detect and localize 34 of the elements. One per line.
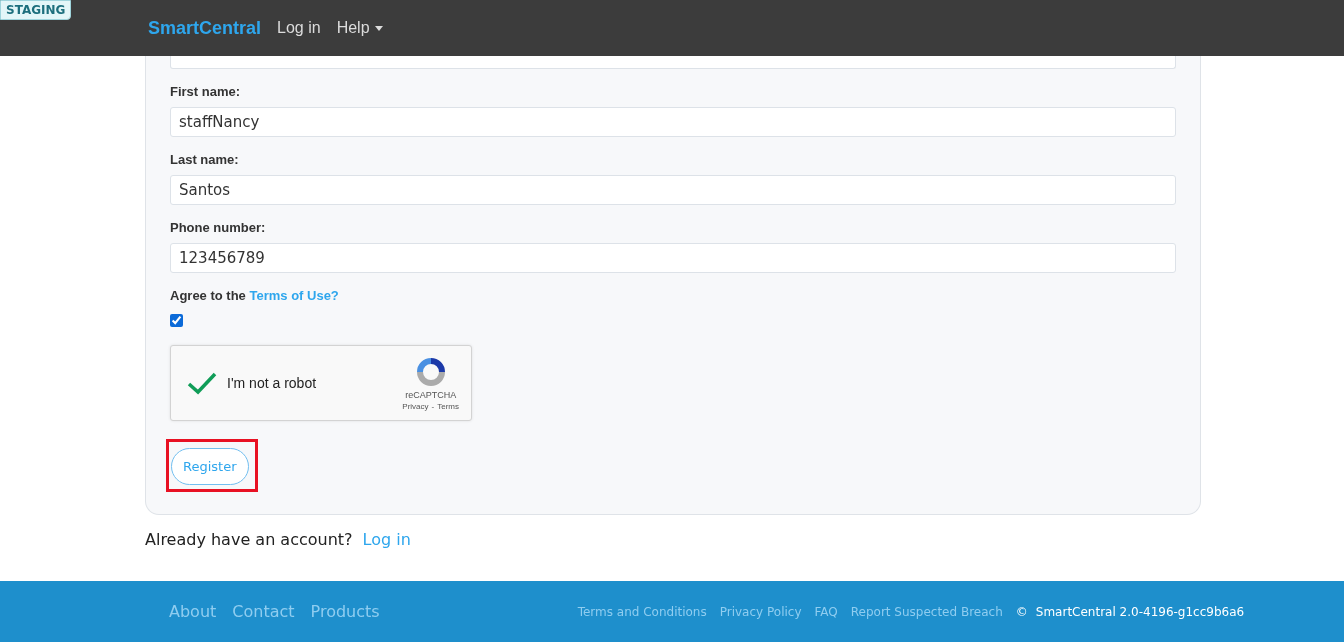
footer-link[interactable]: Report Suspected Breach (850, 604, 1003, 619)
footer-link[interactable]: FAQ (814, 604, 838, 619)
footer-link[interactable]: Privacy Policy (719, 604, 802, 619)
caret-icon (374, 25, 383, 31)
footer-link[interactable]: About (169, 602, 217, 621)
recaptcha-logo-icon (414, 355, 447, 388)
field-label: First name: (170, 83, 242, 101)
terms-label: Agree to the Terms of Use? (170, 287, 340, 305)
captcha-brand: reCAPTCHA (405, 389, 457, 400)
field-label: Phone number: (170, 219, 267, 237)
copyright-symbol: © (1015, 604, 1028, 619)
brand-link[interactable]: SmartCentral (148, 17, 262, 39)
text-field[interactable]: 123456789 (170, 243, 1176, 273)
terms-link[interactable]: Terms (437, 401, 459, 411)
footer-link[interactable]: Terms and Conditions (577, 604, 707, 619)
field-label: Last name: (170, 151, 240, 169)
footer-link[interactable]: Contact (232, 602, 295, 621)
version-text: SmartCentral 2.0-4196-g1cc9b6a6 (1035, 604, 1245, 619)
login-link[interactable]: Log in (362, 530, 411, 550)
terms-link[interactable]: Terms of Use? (249, 288, 339, 303)
text-field[interactable]: Santos (170, 175, 1176, 205)
captcha-label: I'm not a robot (227, 375, 318, 391)
login-prompt: Already have an account? (145, 530, 353, 550)
help-menu[interactable]: Help (336, 19, 383, 37)
nav-link[interactable]: Log in (277, 19, 321, 37)
password-field[interactable] (170, 56, 1176, 69)
checkmark-icon[interactable] (187, 371, 217, 395)
register-button[interactable]: Register (171, 448, 249, 485)
text-field[interactable]: staffNancy (170, 107, 1176, 137)
privacy-link[interactable]: Privacy (402, 401, 429, 411)
footer-link[interactable]: Products (310, 602, 380, 621)
staging-badge: STAGING (0, 0, 72, 20)
separator: - (431, 401, 435, 411)
agree-checkbox[interactable] (170, 314, 183, 327)
